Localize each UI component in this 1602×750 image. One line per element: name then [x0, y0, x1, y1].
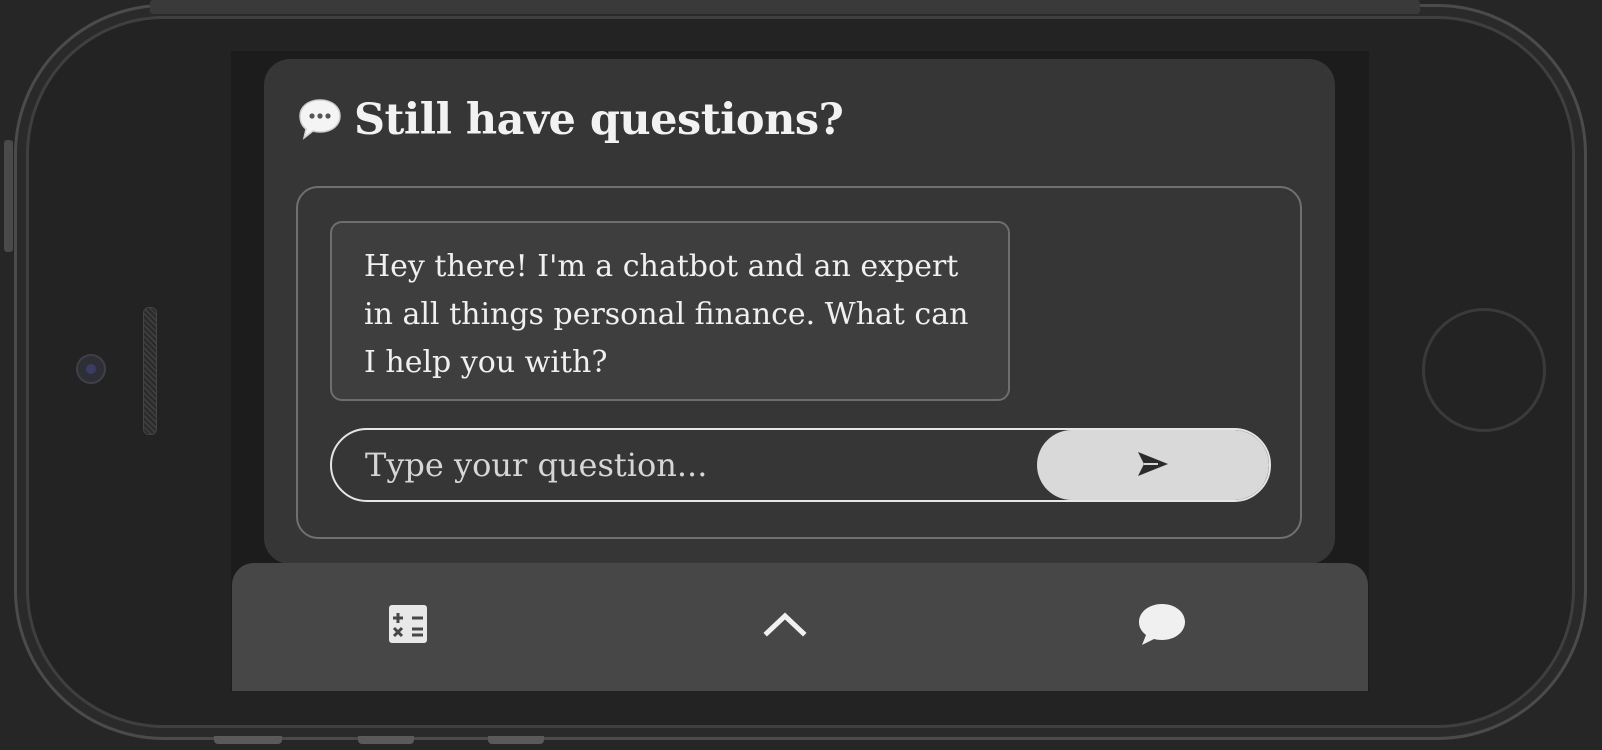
- bottom-navigation-bar: [232, 563, 1368, 691]
- phone-volume-button: [214, 736, 282, 744]
- chevron-up-icon: [763, 609, 807, 643]
- nav-calculator-button[interactable]: [373, 591, 443, 661]
- nav-chat-button[interactable]: [1127, 591, 1197, 661]
- chat-card-title: Still have questions?: [296, 95, 844, 145]
- send-arrow-icon: [1136, 450, 1170, 481]
- chat-window: Hey there! I'm a chatbot and an expert i…: [296, 186, 1302, 539]
- speaker-grille: [143, 307, 157, 435]
- calculator-icon: [388, 604, 428, 648]
- phone-top-edge-bar: [150, 0, 1420, 14]
- send-button[interactable]: [1037, 430, 1269, 500]
- phone-volume-button: [358, 736, 414, 744]
- speech-balloon-icon: [296, 96, 344, 144]
- front-camera-icon: [76, 354, 106, 384]
- device-stage: Still have questions? Hey there! I'm a c…: [0, 0, 1602, 750]
- chat-title-text: Still have questions?: [354, 95, 844, 145]
- question-input[interactable]: [332, 430, 1032, 500]
- nav-scroll-top-button[interactable]: [750, 591, 820, 661]
- bot-message-bubble: Hey there! I'm a chatbot and an expert i…: [330, 221, 1010, 401]
- phone-mute-switch: [488, 736, 544, 744]
- phone-screen: Still have questions? Hey there! I'm a c…: [231, 51, 1369, 691]
- question-input-row: [330, 428, 1271, 502]
- phone-power-button: [4, 140, 13, 252]
- chat-bubble-icon: [1136, 601, 1188, 651]
- chat-card: Still have questions? Hey there! I'm a c…: [264, 59, 1335, 564]
- home-button[interactable]: [1422, 308, 1546, 432]
